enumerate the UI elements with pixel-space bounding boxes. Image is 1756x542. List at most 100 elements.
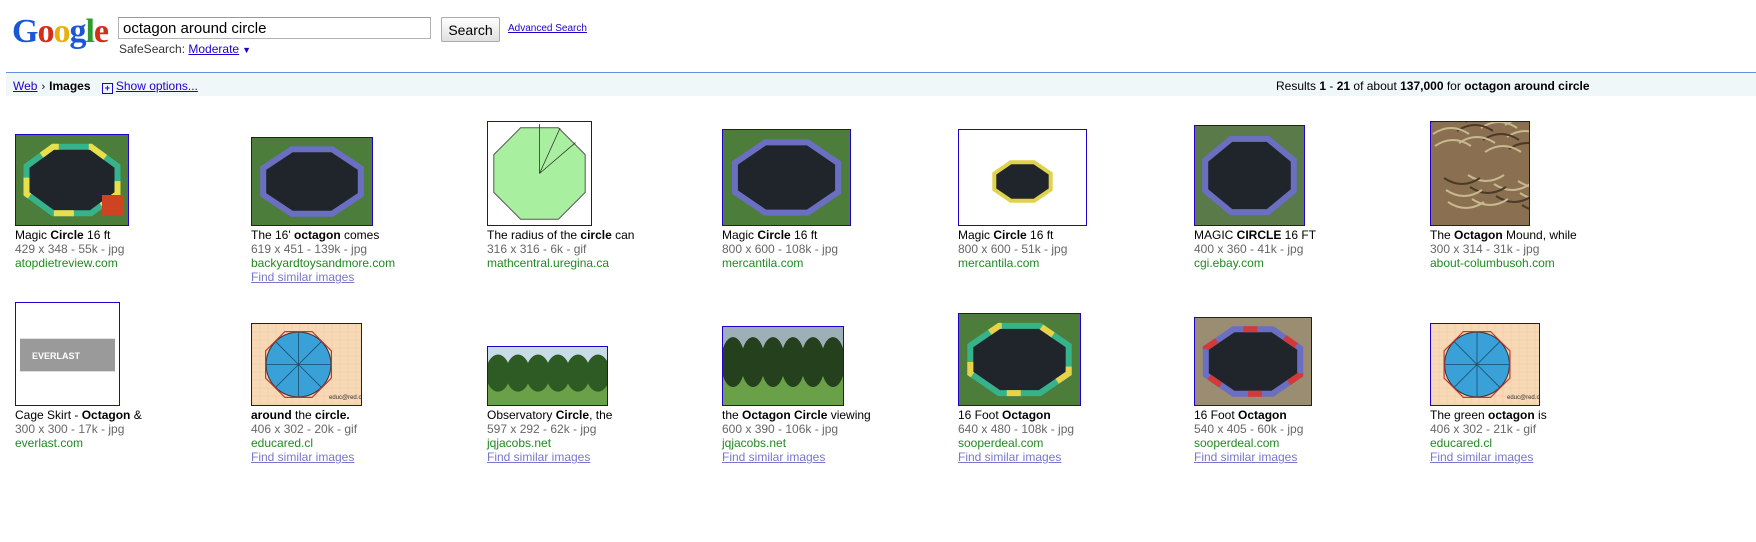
result-title-part: can — [611, 228, 635, 242]
image-result-caption: The 16' octagon comes 619 x 451 - 139k - … — [251, 228, 395, 284]
results-of-about: of about — [1350, 79, 1401, 93]
trampoline-thumbnail[interactable] — [958, 313, 1081, 406]
result-title-part: 16 Foot — [958, 408, 1003, 422]
landscape-photo-thumbnail[interactable] — [722, 326, 844, 406]
find-similar-link[interactable]: Find similar images — [487, 450, 612, 464]
result-title-part: Octagon — [1454, 228, 1503, 242]
result-site: educared.cl — [251, 436, 314, 450]
find-similar-link[interactable]: Find similar images — [251, 270, 395, 284]
find-similar-link[interactable]: Find similar images — [958, 450, 1074, 464]
image-result-caption: The Octagon Mound, while 300 x 314 - 31k … — [1430, 228, 1577, 270]
logo-letter: o — [37, 13, 54, 50]
result-meta: 619 x 451 - 139k - jpg — [251, 242, 368, 256]
search-button[interactable]: Search — [441, 17, 500, 42]
result-title-part: Octagon — [1238, 408, 1287, 422]
result-title-part: 16 Foot — [1194, 408, 1239, 422]
find-similar-link[interactable]: Find similar images — [251, 450, 357, 464]
aerial-photo-thumbnail[interactable] — [1430, 121, 1530, 226]
dropdown-triangle-icon[interactable]: ▼ — [242, 45, 251, 55]
result-meta: 406 x 302 - 21k - gif — [1430, 422, 1537, 436]
plus-icon[interactable]: + — [101, 83, 113, 94]
result-title-part: circle — [580, 228, 612, 242]
result-site: about-columbusoh.com — [1430, 256, 1555, 270]
cage-skirt-thumbnail[interactable]: EVERLAST — [15, 302, 120, 406]
find-similar-link[interactable]: Find similar images — [1194, 450, 1303, 464]
octagon-circle-diagram-thumbnail[interactable]: educ@red.cl — [251, 323, 362, 406]
image-result-caption: the Octagon Circle viewing 600 x 390 - 10… — [722, 408, 871, 464]
octagon-circle-diagram-thumbnail[interactable]: educ@red.cl — [1430, 323, 1540, 406]
result-meta: 400 x 360 - 41k - jpg — [1194, 242, 1304, 256]
result-title: The radius of the circle can — [487, 228, 634, 242]
find-similar-link[interactable]: Find similar images — [1430, 450, 1547, 464]
result-title-part: 16 ft — [1026, 228, 1054, 242]
safesearch-control: SafeSearch: Moderate ▼ — [119, 42, 251, 56]
breadcrumb: Web › Images + Show options... — [13, 79, 198, 94]
result-title-part: The green — [1430, 408, 1489, 422]
images-label: Images — [49, 79, 91, 93]
results-count-text: Results 1 - 21 of about 137,000 for octa… — [1276, 79, 1590, 93]
trampoline-thumbnail[interactable] — [722, 129, 851, 226]
result-title-part: is — [1534, 408, 1547, 422]
result-title-part: the — [722, 408, 743, 422]
results-for: for — [1443, 79, 1465, 93]
result-title-part: comes — [340, 228, 380, 242]
result-site: everlast.com — [15, 436, 84, 450]
result-title-part: Cage Skirt - — [15, 408, 82, 422]
safesearch-value-link[interactable]: Moderate — [188, 42, 239, 56]
result-title: The green octagon is — [1430, 408, 1547, 422]
show-options-link[interactable]: Show options... — [116, 79, 198, 93]
result-title-part: Octagon — [81, 408, 131, 422]
trampoline-thumbnail[interactable] — [15, 134, 129, 226]
image-result-caption: Cage Skirt - Octagon & 300 x 300 - 17k - … — [15, 408, 142, 450]
result-title: 16 Foot Octagon — [1194, 408, 1303, 422]
results-query: octagon around circle — [1464, 79, 1590, 93]
result-title: the Octagon Circle viewing — [722, 408, 871, 422]
search-input[interactable] — [118, 17, 431, 39]
result-title-part: The — [1430, 228, 1455, 242]
results-total: 137,000 — [1400, 79, 1444, 93]
find-similar-link[interactable]: Find similar images — [722, 450, 871, 464]
result-meta: 800 x 600 - 51k - jpg — [958, 242, 1068, 256]
trampoline-thumbnail[interactable] — [251, 137, 373, 226]
result-title: Magic Circle 16 ft — [722, 228, 838, 242]
image-result-caption: around the circle. 406 x 302 - 20k - gif e… — [251, 408, 357, 464]
result-title: The Octagon Mound, while — [1430, 228, 1577, 242]
image-credit-text: educ@red.cl — [1507, 395, 1539, 401]
logo-letter: e — [93, 13, 109, 50]
logo-letter: g — [69, 13, 86, 50]
result-title: MAGIC CIRCLE 16 FT — [1194, 228, 1316, 242]
result-title-part: Magic — [15, 228, 51, 242]
result-title: around the circle. — [251, 408, 357, 422]
trampoline-thumbnail[interactable] — [958, 129, 1087, 226]
result-title-part: Octagon Circle — [742, 408, 828, 422]
result-meta: 406 x 302 - 20k - gif — [251, 422, 358, 436]
result-title-part: circle. — [315, 408, 350, 422]
result-title-part: Circle — [555, 408, 590, 422]
image-result-caption: 16 Foot Octagon 540 x 405 - 60k - jpg soop… — [1194, 408, 1303, 464]
octagon-diagram-thumbnail[interactable] — [487, 121, 592, 226]
result-title-part: octagon — [293, 228, 341, 242]
result-title-part: Magic — [722, 228, 758, 242]
google-logo[interactable]: Google — [12, 12, 109, 52]
result-title: Magic Circle 16 ft — [958, 228, 1067, 242]
trampoline-thumbnail[interactable] — [1194, 317, 1312, 406]
image-result-caption: Magic Circle 16 ft 800 x 600 - 51k - jpg m… — [958, 228, 1067, 270]
result-site: mercantila.com — [722, 256, 804, 270]
result-site: mathcentral.uregina.ca — [487, 256, 610, 270]
result-site: sooperdeal.com — [958, 436, 1044, 450]
landscape-photo-thumbnail[interactable] — [487, 346, 608, 406]
result-title: The 16' octagon comes — [251, 228, 395, 242]
logo-letter: o — [53, 13, 70, 50]
result-site: cgi.ebay.com — [1194, 256, 1264, 270]
result-title-part: The radius of the — [487, 228, 581, 242]
image-result-caption: Magic Circle 16 ft 800 x 600 - 108k - jpg… — [722, 228, 838, 270]
trampoline-thumbnail[interactable] — [1194, 125, 1305, 226]
logo-letter: G — [12, 13, 38, 50]
advanced-search-link[interactable]: Advanced Search — [508, 23, 587, 34]
result-title: Observatory Circle, the — [487, 408, 612, 422]
result-title-part: 16 FT — [1281, 228, 1317, 242]
header: Google Search Advanced Search SafeSearch… — [0, 0, 1756, 72]
image-credit-text: educ@red.cl — [329, 395, 361, 401]
result-title-part: Mound, while — [1502, 228, 1577, 242]
web-link[interactable]: Web — [13, 79, 37, 93]
